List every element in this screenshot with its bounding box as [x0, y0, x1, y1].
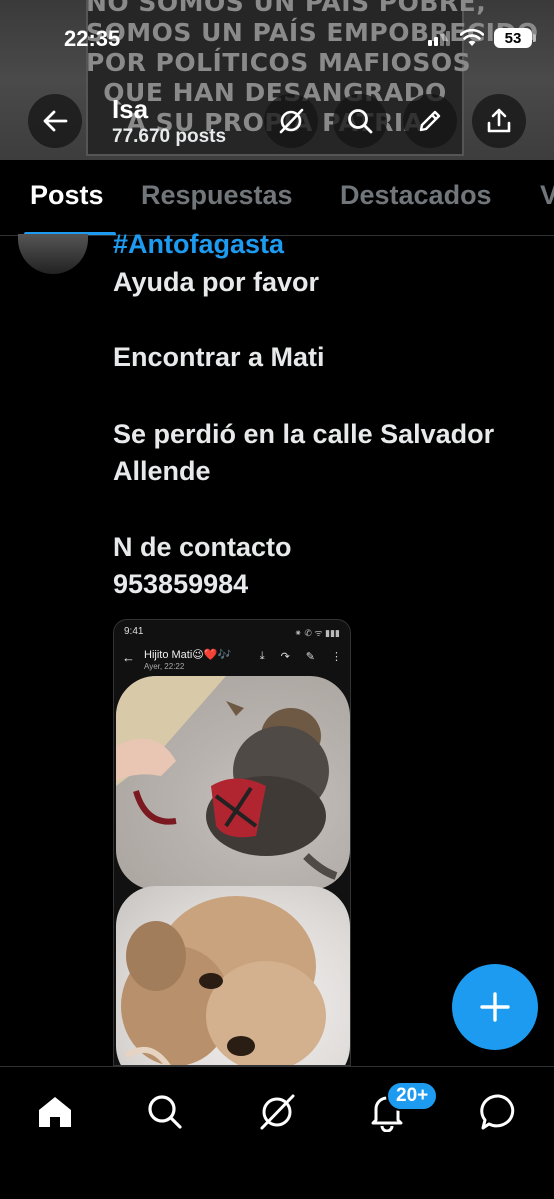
post-media-image[interactable]: 9:41 ⁕ ✆ ᯤ ▮▮▮ ← Hijito Mati😉❤️🎶 Ayer, 2… — [113, 619, 351, 1066]
battery-indicator: 53 — [494, 28, 536, 48]
media-toolbar: ⤓ ↷ ✎ ⋮ — [260, 650, 342, 663]
back-button[interactable] — [28, 94, 82, 148]
profile-post-count: 77.670 posts — [112, 126, 227, 147]
cellular-signal-icon — [428, 30, 450, 46]
profile-tabs: Posts Respuestas Destacados V — [0, 160, 554, 236]
tab-more[interactable]: V — [540, 180, 554, 211]
bottom-navigation: 20+ — [0, 1066, 554, 1199]
nav-grok[interactable] — [252, 1087, 302, 1137]
dog-face-illustration — [121, 896, 326, 1065]
status-icons: 53 — [428, 28, 536, 48]
download-icon: ⤓ — [259, 650, 265, 662]
grok-icon — [260, 1094, 295, 1130]
forward-icon: ↷ — [280, 651, 290, 663]
plus-icon — [480, 992, 510, 1022]
search-button[interactable] — [333, 94, 387, 148]
post-line: Se perdió en la calle Salvador — [113, 419, 495, 449]
media-chat-subtitle: Ayer, 22:22 — [144, 662, 185, 671]
search-icon — [148, 1095, 182, 1129]
edit-button[interactable] — [403, 94, 457, 148]
avatar[interactable] — [18, 234, 88, 274]
dog-photo-2 — [116, 886, 350, 1065]
more-icon: ⋮ — [331, 651, 342, 663]
back-arrow-icon — [43, 110, 68, 132]
media-chat-title: Hijito Mati😉❤️🎶 — [144, 649, 232, 661]
tab-respuestas[interactable]: Respuestas — [141, 180, 293, 211]
share-icon — [487, 108, 511, 133]
post-line: Allende — [113, 456, 211, 486]
banner-line-3: POR POLÍTICOS MAFIOSOS — [86, 48, 472, 77]
home-icon — [39, 1097, 71, 1127]
nav-home[interactable] — [30, 1087, 80, 1137]
search-icon — [348, 109, 373, 134]
tab-destacados[interactable]: Destacados — [340, 180, 492, 211]
post-line: N de contacto — [113, 532, 292, 562]
grok-button[interactable] — [264, 94, 318, 148]
banner-line-2: SOMOS UN PAÍS EMPOBRECIDO — [86, 18, 539, 47]
media-status-time: 9:41 — [124, 626, 144, 637]
wifi-icon — [460, 29, 484, 46]
profile-name: Isa — [112, 94, 149, 124]
banner-line-1: NO SOMOS UN PAÍS POBRE, — [86, 0, 487, 17]
compose-fab-button[interactable] — [452, 964, 538, 1050]
dog-photo-1 — [116, 676, 350, 890]
post-contact-number: 953859984 — [113, 569, 249, 599]
nav-messages[interactable] — [474, 1087, 524, 1137]
notification-badge: 20+ — [386, 1081, 439, 1111]
tab-posts[interactable]: Posts — [30, 180, 104, 211]
share-button[interactable] — [472, 94, 526, 148]
dog-harness-illustration — [116, 676, 338, 880]
edit-icon — [419, 110, 441, 132]
nav-search[interactable] — [140, 1087, 190, 1137]
pencil-icon: ✎ — [305, 651, 315, 663]
chat-bubble-icon — [480, 1094, 515, 1130]
media-back-icon: ← — [122, 650, 135, 665]
post-hashtag[interactable]: #Antofagasta — [113, 226, 284, 263]
post-line: Encontrar a Mati — [113, 342, 325, 372]
status-time: 22:35 — [64, 26, 121, 51]
grok-icon — [279, 108, 304, 134]
post-line: Ayuda por favor — [113, 267, 320, 297]
media-status-icons: ⁕ ✆ ᯤ ▮▮▮ — [294, 628, 340, 638]
